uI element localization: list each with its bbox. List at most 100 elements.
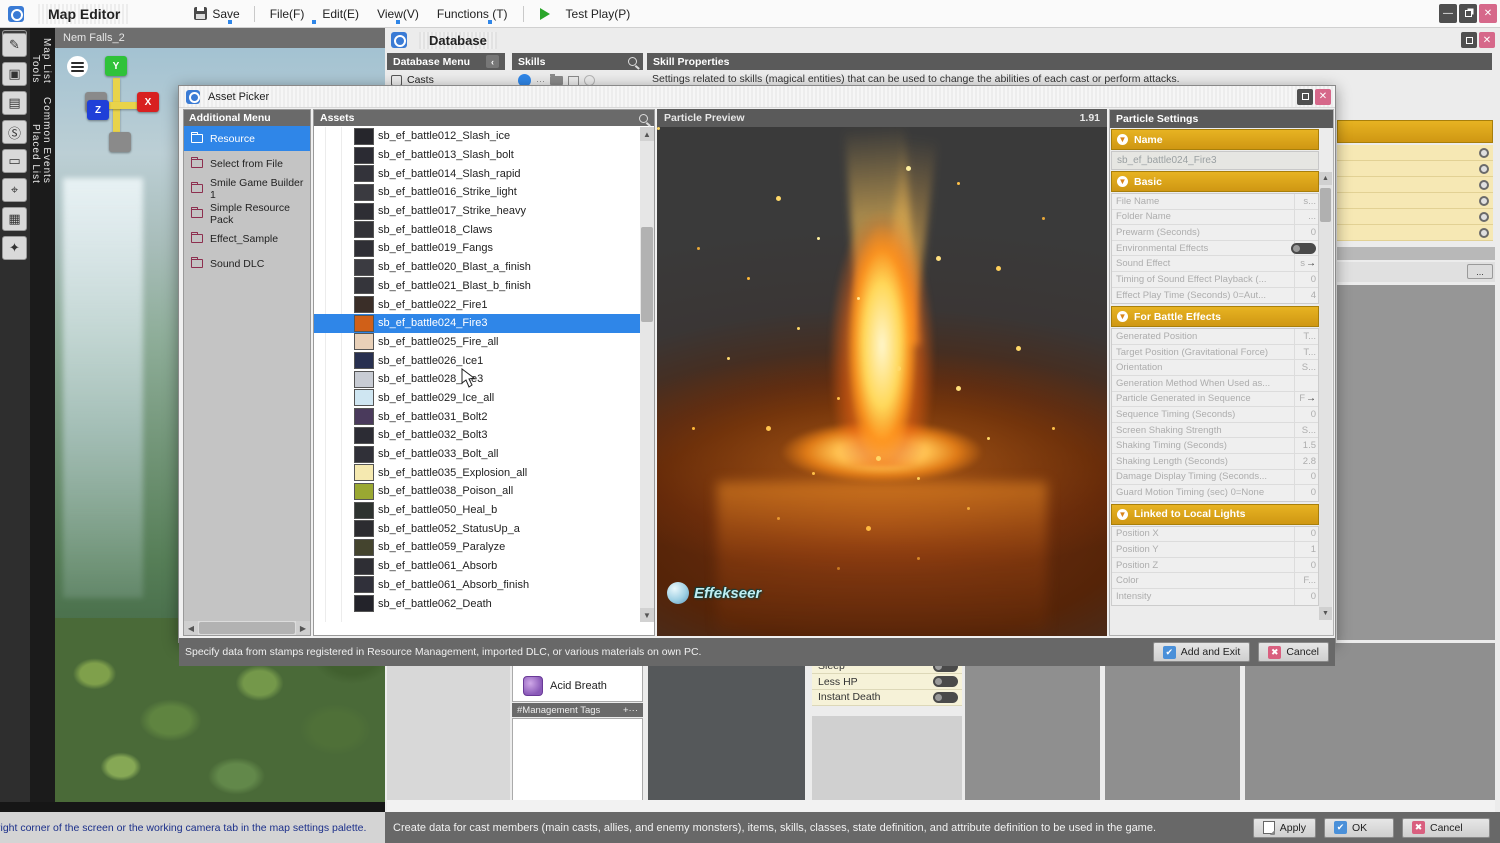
settings-row[interactable]: Guard Motion Timing (sec) 0=None 0 → [1112,485,1318,501]
asset-row[interactable]: sb_ef_battle020_Blast_a_finish [314,258,641,277]
more-button[interactable]: ... [1467,264,1493,279]
settings-value[interactable]: 0 → [1294,407,1318,422]
settings-value[interactable]: 0 → [1294,527,1318,542]
arrow-button[interactable]: → [1306,258,1316,269]
db-close-button[interactable]: ✕ [1479,32,1495,48]
settings-value[interactable]: 0 → [1294,589,1318,605]
dialog-close-button[interactable]: ✕ [1315,89,1331,105]
stamp-pen-icon[interactable]: ✎ [2,33,27,57]
sprite-tool-icon[interactable]: ✦ [2,236,27,260]
additional-menu-item[interactable]: Simple Resource Pack [184,201,310,226]
asset-row[interactable]: sb_ef_battle061_Absorb [314,557,641,576]
settings-row[interactable]: Sound Effect s → [1112,256,1318,272]
vertical-tab[interactable]: Placed List [30,120,41,188]
section-basic[interactable]: ▼ Basic [1111,171,1319,192]
settings-value[interactable]: s → [1294,256,1318,271]
search-icon[interactable] [628,57,637,66]
additional-menu-item[interactable]: Select from File [184,151,310,176]
gizmo-x-axis[interactable]: X [137,92,159,112]
settings-value[interactable]: → [1294,241,1318,256]
asset-row[interactable]: sb_ef_battle059_Paralyze [314,538,641,557]
settings-row[interactable]: File Name s... → [1112,194,1318,210]
asset-row[interactable]: sb_ef_battle061_Absorb_finish [314,576,641,595]
gizmo-z-axis[interactable]: Z [87,100,109,120]
scroll-up-icon[interactable]: ▲ [1319,172,1332,185]
slope-icon[interactable]: Ⓢ [2,120,27,144]
settings-value[interactable]: S... → [1294,360,1318,375]
settings-value[interactable]: 0 → [1294,558,1318,573]
section-local-lights[interactable]: ▼ Linked to Local Lights [1111,504,1319,525]
restore-button[interactable] [1459,4,1477,23]
asset-row[interactable]: sb_ef_battle012_Slash_ice [314,127,641,146]
settings-value[interactable]: ... → [1294,210,1318,225]
asset-row[interactable]: sb_ef_battle033_Bolt_all [314,445,641,464]
add-tag-button[interactable]: +··· [623,705,638,716]
minimize-button[interactable]: — [1439,4,1457,23]
vertical-tab[interactable]: Tools [30,51,41,87]
dialog-restore-button[interactable] [1297,89,1313,105]
preview-canvas[interactable]: Effekseer [657,127,1107,636]
vertical-scrollbar[interactable]: ▲ ▼ [640,127,654,622]
arrow-button[interactable]: → [1306,393,1316,404]
asset-row[interactable]: sb_ef_battle026_Ice1 [314,351,641,370]
skill-list-item[interactable]: Acid Breath [513,670,642,701]
settings-value[interactable]: F... → [1294,573,1318,588]
additional-menu-item[interactable]: Resource [184,126,310,151]
resource-box-icon[interactable]: ▣ [2,62,27,86]
asset-row[interactable]: sb_ef_battle016_Strike_light [314,183,641,202]
scroll-right-icon[interactable]: ▶ [296,621,310,635]
settings-row[interactable]: Position X 0 → [1112,527,1318,543]
section-battle-effects[interactable]: ▼ For Battle Effects [1111,306,1319,327]
asset-row[interactable]: sb_ef_battle021_Blast_b_finish [314,277,641,296]
settings-value[interactable]: → [1294,376,1318,391]
toggle-switch[interactable] [1291,243,1316,254]
settings-value[interactable]: S... → [1294,423,1318,438]
vertical-tab[interactable]: Common Events [41,93,52,188]
toggle-switch[interactable] [933,692,958,703]
settings-value[interactable]: F → [1294,392,1318,407]
ok-button[interactable]: ✔ OK [1324,818,1394,838]
settings-row[interactable]: Damage Display Timing (Seconds... 0 → [1112,470,1318,486]
vertical-tab[interactable]: Map List [41,34,52,88]
settings-scrollbar[interactable]: ▲ ▼ [1319,172,1332,620]
dialog-cancel-button[interactable]: ✖ Cancel [1258,642,1329,662]
property-row[interactable] [1337,161,1493,177]
asset-row[interactable]: sb_ef_battle019_Fangs [314,239,641,258]
camera-icon[interactable]: ⌖ [2,178,27,202]
copy-icon[interactable] [568,76,579,86]
scrollbar-thumb[interactable] [1320,188,1331,222]
search-icon[interactable] [639,114,648,123]
asset-row[interactable]: sb_ef_battle062_Death [314,594,641,613]
settings-row[interactable]: Sequence Timing (Seconds) 0 → [1112,407,1318,423]
gizmo-y-axis[interactable]: Y [105,56,127,76]
settings-row[interactable]: Color F... → [1112,573,1318,589]
settings-value[interactable]: 1.5 → [1294,438,1318,453]
terrain-box-icon[interactable]: ▤ [2,91,27,115]
settings-row[interactable]: Prewarm (Seconds) 0 → [1112,225,1318,241]
settings-value[interactable]: 0 → [1294,470,1318,485]
cancel-button[interactable]: ✖ Cancel [1402,818,1490,838]
settings-row[interactable]: Orientation S... → [1112,360,1318,376]
asset-row[interactable]: sb_ef_battle013_Slash_bolt [314,146,641,165]
asset-row[interactable]: sb_ef_battle024_Fire3 [314,314,641,333]
settings-row[interactable]: Environmental Effects → [1112,241,1318,257]
settings-row[interactable]: Intensity 0 → [1112,589,1318,605]
settings-value[interactable]: 0 → [1294,225,1318,240]
asset-row[interactable]: sb_ef_battle029_Ice_all [314,389,641,408]
property-row[interactable] [1337,145,1493,161]
menu-item[interactable]: File(F) [261,3,314,25]
add-and-exit-button[interactable]: ✔ Add and Exit [1153,642,1251,662]
asset-row[interactable]: sb_ef_battle052_StatusUp_a [314,519,641,538]
state-toggle-row[interactable]: Less HP [812,674,962,690]
menu-item[interactable]: Functions (T) [428,3,517,25]
additional-menu-item[interactable]: Smile Game Builder 1 [184,176,310,201]
asset-row[interactable]: sb_ef_battle022_Fire1 [314,295,641,314]
property-row[interactable] [1337,177,1493,193]
settings-value[interactable]: 0 → [1294,272,1318,287]
menu-item[interactable]: Edit(E) [313,3,368,25]
section-name[interactable]: ▼ Name [1111,129,1319,150]
property-row[interactable] [1337,193,1493,209]
settings-value[interactable]: 1 → [1294,542,1318,557]
scroll-up-icon[interactable]: ▲ [640,127,654,141]
collapse-icon[interactable]: ‹ [486,55,499,68]
